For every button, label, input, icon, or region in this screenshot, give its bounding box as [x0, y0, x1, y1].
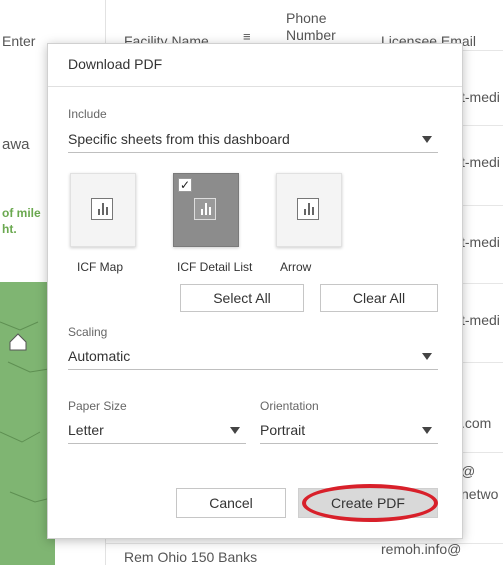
chevron-down-icon: [422, 427, 432, 434]
chevron-down-icon: [422, 136, 432, 143]
email-cell-fragment: t-medi: [461, 89, 500, 105]
sheet-thumbnail-icf-detail-list[interactable]: ✓: [173, 173, 239, 247]
include-select-value: Specific sheets from this dashboard: [68, 131, 290, 147]
create-pdf-button[interactable]: Create PDF: [298, 488, 438, 518]
left-panel-text-fragment: awa: [2, 136, 30, 153]
header-fragment: Enter: [2, 33, 36, 49]
email-cell-fragment: netwo: [461, 486, 499, 502]
chevron-down-icon: [230, 427, 240, 434]
cancel-button[interactable]: Cancel: [176, 488, 286, 518]
sheet-label-icf-map: ICF Map: [77, 260, 124, 274]
sheet-thumbnail-arrow[interactable]: [276, 173, 342, 247]
chevron-down-icon: [422, 353, 432, 360]
column-header-phone-line1[interactable]: Phone: [286, 10, 326, 26]
column-header-phone-line2[interactable]: Number: [286, 27, 336, 43]
email-cell-fragment: t-medi: [461, 154, 500, 170]
sort-icon[interactable]: ≡: [243, 29, 251, 44]
bar-chart-icon: [91, 198, 113, 220]
include-select[interactable]: Specific sheets from this dashboard: [68, 126, 438, 153]
email-cell-fragment: @: [461, 463, 476, 479]
email-cell-fragment: t-medi: [461, 234, 500, 250]
scaling-select[interactable]: Automatic: [68, 343, 438, 370]
clear-all-button[interactable]: Clear All: [320, 284, 438, 312]
scaling-label: Scaling: [68, 325, 108, 339]
scaling-select-value: Automatic: [68, 348, 131, 364]
left-panel-green-text: of mile: [2, 206, 41, 220]
left-panel-green-text: ht.: [2, 222, 17, 236]
sheet-thumbnail-icf-map[interactable]: [70, 173, 136, 247]
paper-size-select-value: Letter: [68, 422, 104, 438]
email-cell: remoh.info@: [381, 541, 462, 557]
email-cell-fragment: .com: [461, 415, 492, 431]
orientation-select[interactable]: Portrait: [260, 417, 438, 444]
download-pdf-dialog: Download PDF Include Specific sheets fro…: [47, 43, 463, 539]
paper-size-label: Paper Size: [68, 399, 127, 413]
dialog-title: Download PDF: [68, 56, 163, 72]
select-all-button[interactable]: Select All: [180, 284, 304, 312]
email-cell-fragment: t-medi: [461, 312, 500, 328]
checkbox-checked-icon[interactable]: ✓: [178, 178, 192, 192]
bar-chart-icon: [194, 198, 216, 220]
dialog-title-divider: [48, 86, 462, 87]
sheet-label-icf-detail-list: ICF Detail List: [177, 260, 253, 274]
paper-size-select[interactable]: Letter: [68, 417, 246, 444]
include-label: Include: [68, 107, 107, 121]
sheet-label-arrow: Arrow: [280, 260, 312, 274]
bar-chart-icon: [297, 198, 319, 220]
orientation-select-value: Portrait: [260, 422, 306, 438]
orientation-label: Orientation: [260, 399, 319, 413]
facility-name-cell: Rem Ohio 150 Banks: [124, 549, 258, 565]
